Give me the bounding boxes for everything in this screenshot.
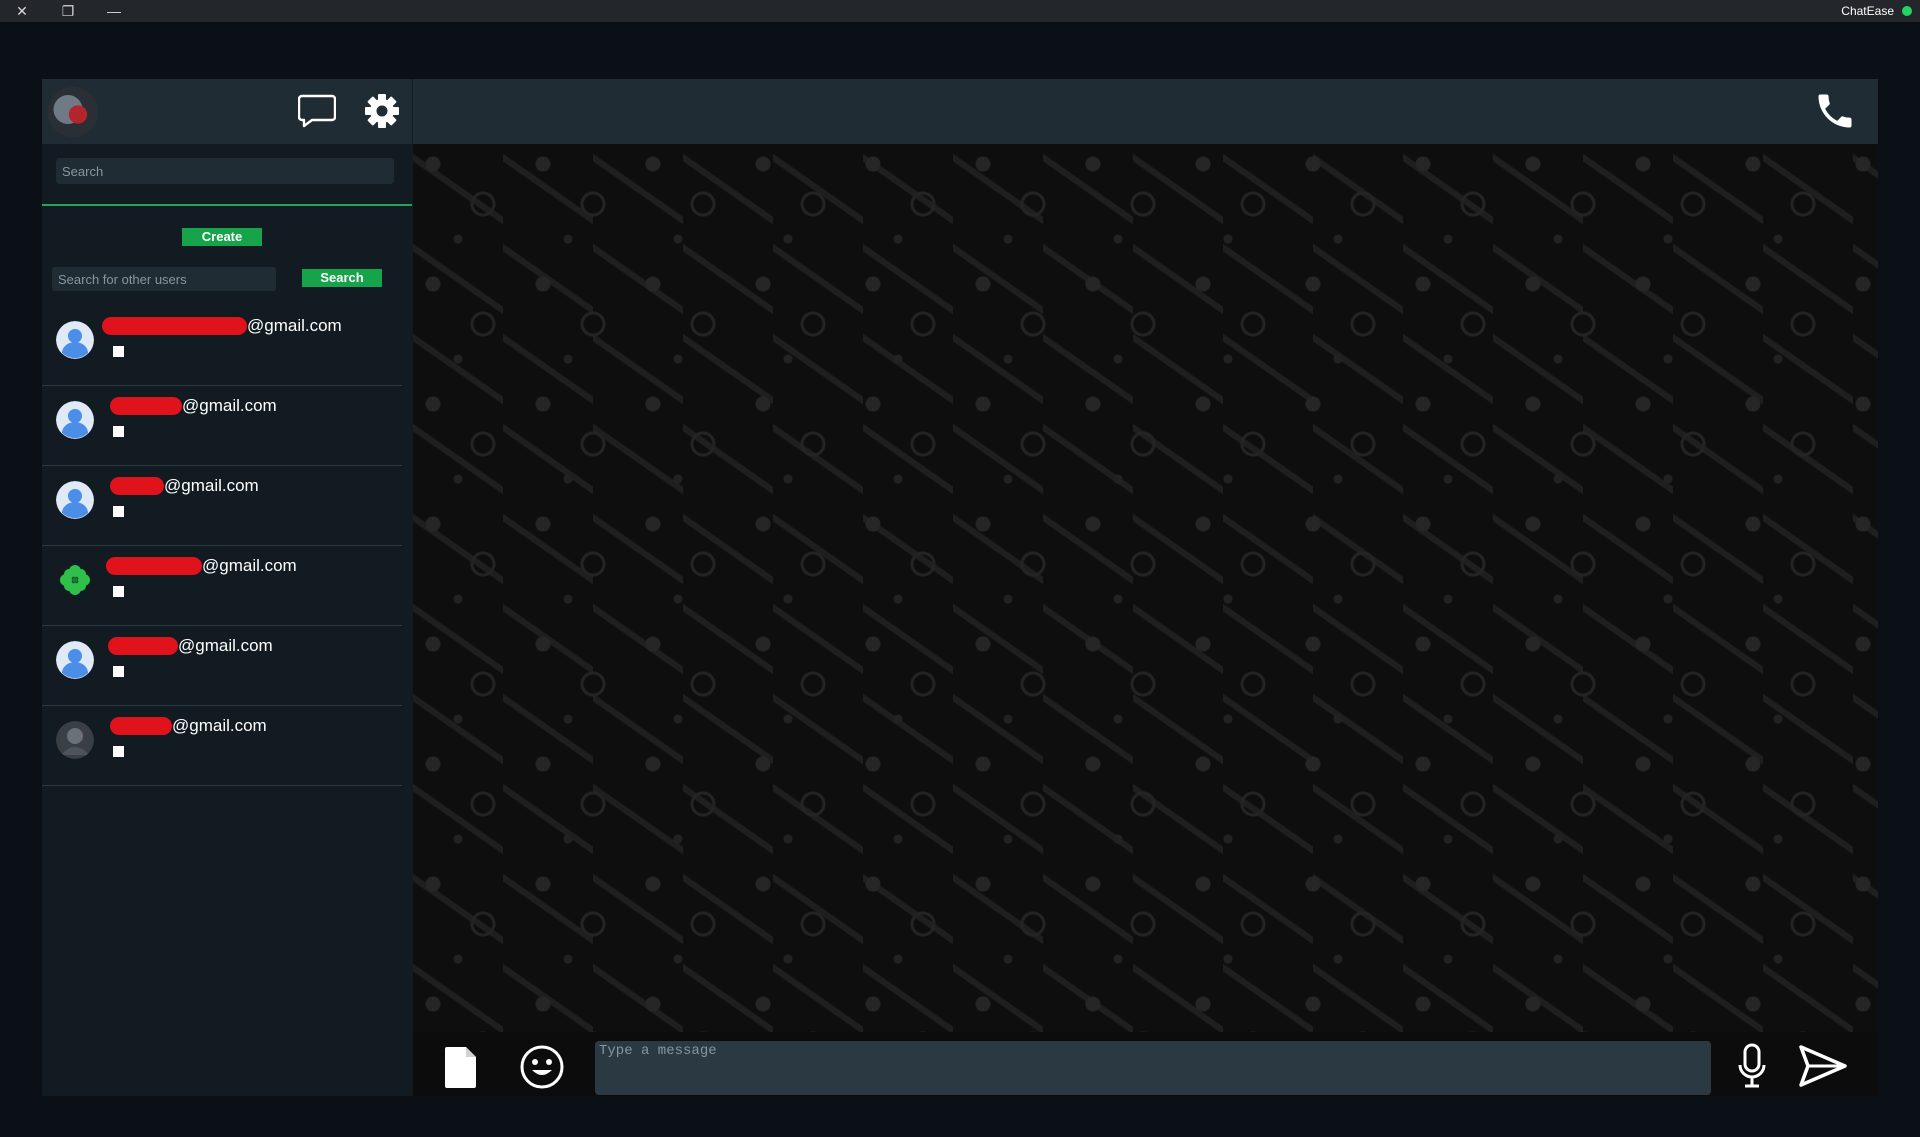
contact-item[interactable]: @gmail.com xyxy=(42,466,402,546)
sidebar: Create Search @gmail.com @gmail.com xyxy=(42,79,412,1096)
message-input[interactable] xyxy=(595,1041,1711,1095)
contact-item[interactable]: @gmail.com xyxy=(42,626,402,706)
contact-email: @gmail.com xyxy=(102,716,267,736)
settings-button[interactable] xyxy=(364,93,400,129)
profile-avatar[interactable] xyxy=(48,87,98,137)
phone-icon xyxy=(1818,94,1852,128)
redaction-mark xyxy=(110,717,172,735)
sidebar-search-area xyxy=(42,144,412,206)
chat-header xyxy=(413,79,1878,144)
user-search-input[interactable] xyxy=(52,267,276,291)
redaction-mark xyxy=(110,477,164,495)
attach-file-button[interactable] xyxy=(443,1044,479,1090)
send-button[interactable] xyxy=(1797,1042,1849,1090)
close-window-button[interactable]: ✕ xyxy=(0,0,44,22)
send-icon xyxy=(1799,1045,1847,1087)
file-icon xyxy=(445,1047,476,1088)
contact-email-text: @gmail.com xyxy=(178,636,273,655)
bottom-backdrop xyxy=(0,1096,1920,1137)
contact-email: @gmail.com xyxy=(102,556,297,576)
contact-checkbox[interactable] xyxy=(113,506,124,517)
contact-email-text: @gmail.com xyxy=(247,316,342,335)
status-dot xyxy=(1902,6,1912,16)
redaction-mark xyxy=(108,637,178,655)
default-user-icon xyxy=(56,321,94,359)
window-title: ChatEase xyxy=(1841,4,1894,18)
message-composer xyxy=(413,1032,1878,1096)
os-title-bar: ✕ ❐ — ChatEase xyxy=(0,0,1920,22)
create-button[interactable]: Create xyxy=(182,228,262,246)
default-user-icon xyxy=(56,481,94,519)
chat-search-input[interactable] xyxy=(56,158,394,184)
minimize-icon: — xyxy=(107,3,121,19)
contact-email-text: @gmail.com xyxy=(164,476,259,495)
default-user-icon xyxy=(56,401,94,439)
contact-email-text: @gmail.com xyxy=(182,396,277,415)
contact-checkbox[interactable] xyxy=(113,586,124,597)
close-icon: ✕ xyxy=(16,2,28,19)
restore-icon: ❐ xyxy=(61,2,75,19)
redaction-mark xyxy=(102,317,247,335)
chat-message-area xyxy=(413,144,1878,1032)
sidebar-header xyxy=(42,79,412,144)
contact-item[interactable]: @gmail.com xyxy=(42,706,402,786)
redaction-mark xyxy=(106,557,202,575)
restore-window-button[interactable]: ❐ xyxy=(46,0,90,22)
chat-panel xyxy=(413,79,1878,1096)
photo-avatar xyxy=(56,721,94,759)
contact-item[interactable]: @gmail.com xyxy=(42,386,402,466)
minimize-window-button[interactable]: — xyxy=(92,0,136,22)
default-user-icon xyxy=(56,641,94,679)
redaction-mark xyxy=(110,397,182,415)
contact-item[interactable]: @gmail.com xyxy=(42,306,402,386)
chat-bubble-icon xyxy=(298,94,336,128)
contact-email: @gmail.com xyxy=(102,636,273,656)
contact-checkbox[interactable] xyxy=(113,746,124,757)
chat-app: Create Search @gmail.com @gmail.com xyxy=(42,79,1878,1096)
emoji-button[interactable] xyxy=(519,1044,565,1090)
contact-checkbox[interactable] xyxy=(113,346,124,357)
microphone-icon xyxy=(1738,1043,1766,1088)
contact-email: @gmail.com xyxy=(102,316,342,336)
contact-item[interactable]: @gmail.com xyxy=(42,546,402,626)
contact-email-text: @gmail.com xyxy=(202,556,297,575)
contact-checkbox[interactable] xyxy=(113,666,124,677)
user-search-button[interactable]: Search xyxy=(302,269,382,287)
contact-email: @gmail.com xyxy=(102,396,277,416)
call-button[interactable] xyxy=(1811,87,1859,135)
contact-checkbox[interactable] xyxy=(113,426,124,437)
contact-email-text: @gmail.com xyxy=(172,716,267,735)
smiley-icon xyxy=(520,1045,564,1089)
new-chat-button[interactable] xyxy=(298,93,336,129)
clover-icon xyxy=(56,561,94,599)
contact-email: @gmail.com xyxy=(102,476,259,496)
voice-record-button[interactable] xyxy=(1735,1042,1769,1090)
gear-icon xyxy=(365,94,399,128)
contact-list: @gmail.com @gmail.com @gmail.com @gmail.… xyxy=(42,306,402,786)
